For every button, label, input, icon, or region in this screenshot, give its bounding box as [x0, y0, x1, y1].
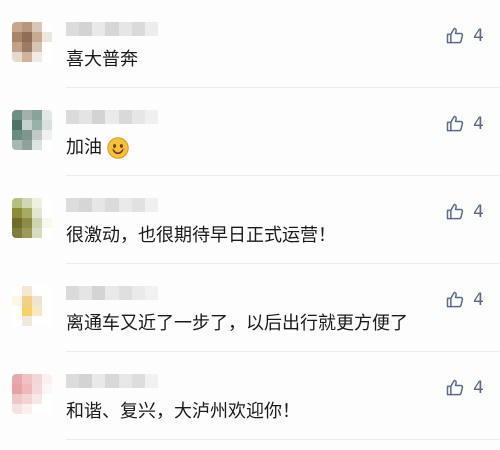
- blurred-username[interactable]: [66, 198, 158, 212]
- avatar[interactable]: [12, 198, 52, 238]
- blurred-username[interactable]: [66, 22, 158, 36]
- comment-text-content: 和谐、复兴，大泸州欢迎你！: [66, 401, 300, 422]
- like-button[interactable]: 4: [445, 289, 484, 311]
- blurred-username[interactable]: [66, 374, 158, 388]
- like-count: 4: [473, 378, 484, 398]
- comment-text-content: 加油: [66, 137, 102, 158]
- like-count: 4: [473, 290, 484, 310]
- avatar[interactable]: [12, 110, 52, 150]
- divider: [66, 439, 500, 440]
- thumbs-up-icon: [445, 202, 465, 222]
- comment-list: 4 喜大普奔 4 加油 4 很激动，也很期待早日正式运营！ 4 离通车又近了一步了，以后出行就…: [0, 0, 500, 450]
- comment-text-content: 很激动，也很期待早日正式运营！: [66, 225, 336, 246]
- like-button[interactable]: 4: [445, 25, 484, 47]
- blurred-username[interactable]: [66, 110, 158, 124]
- comment-item: 4 喜大普奔: [0, 0, 500, 88]
- thumbs-up-icon: [445, 290, 465, 310]
- like-count: 4: [473, 26, 484, 46]
- thumbs-up-icon: [445, 378, 465, 398]
- blurred-username[interactable]: [66, 286, 158, 300]
- comment-text: 加油: [66, 135, 130, 161]
- comment-item: 4 离通车又近了一步了，以后出行就更方便了: [0, 264, 500, 352]
- comment-item: 4 和谐、复兴，大泸州欢迎你！: [0, 352, 500, 440]
- comment-text: 离通车又近了一步了，以后出行就更方便了: [66, 311, 408, 337]
- smile-emoji-icon: [106, 135, 130, 161]
- comment-text: 喜大普奔: [66, 47, 138, 73]
- thumbs-up-icon: [445, 114, 465, 134]
- like-button[interactable]: 4: [445, 377, 484, 399]
- comment-item: 4 加油: [0, 88, 500, 176]
- like-button[interactable]: 4: [445, 201, 484, 223]
- comment-text-content: 离通车又近了一步了，以后出行就更方便了: [66, 313, 408, 334]
- comment-text-content: 喜大普奔: [66, 49, 138, 70]
- avatar[interactable]: [12, 286, 52, 326]
- avatar[interactable]: [12, 374, 52, 414]
- thumbs-up-icon: [445, 26, 465, 46]
- avatar[interactable]: [12, 22, 52, 62]
- comment-text: 很激动，也很期待早日正式运营！: [66, 223, 336, 249]
- comment-item: 4 很激动，也很期待早日正式运营！: [0, 176, 500, 264]
- like-count: 4: [473, 114, 484, 134]
- like-button[interactable]: 4: [445, 113, 484, 135]
- like-count: 4: [473, 202, 484, 222]
- comment-text: 和谐、复兴，大泸州欢迎你！: [66, 399, 300, 425]
